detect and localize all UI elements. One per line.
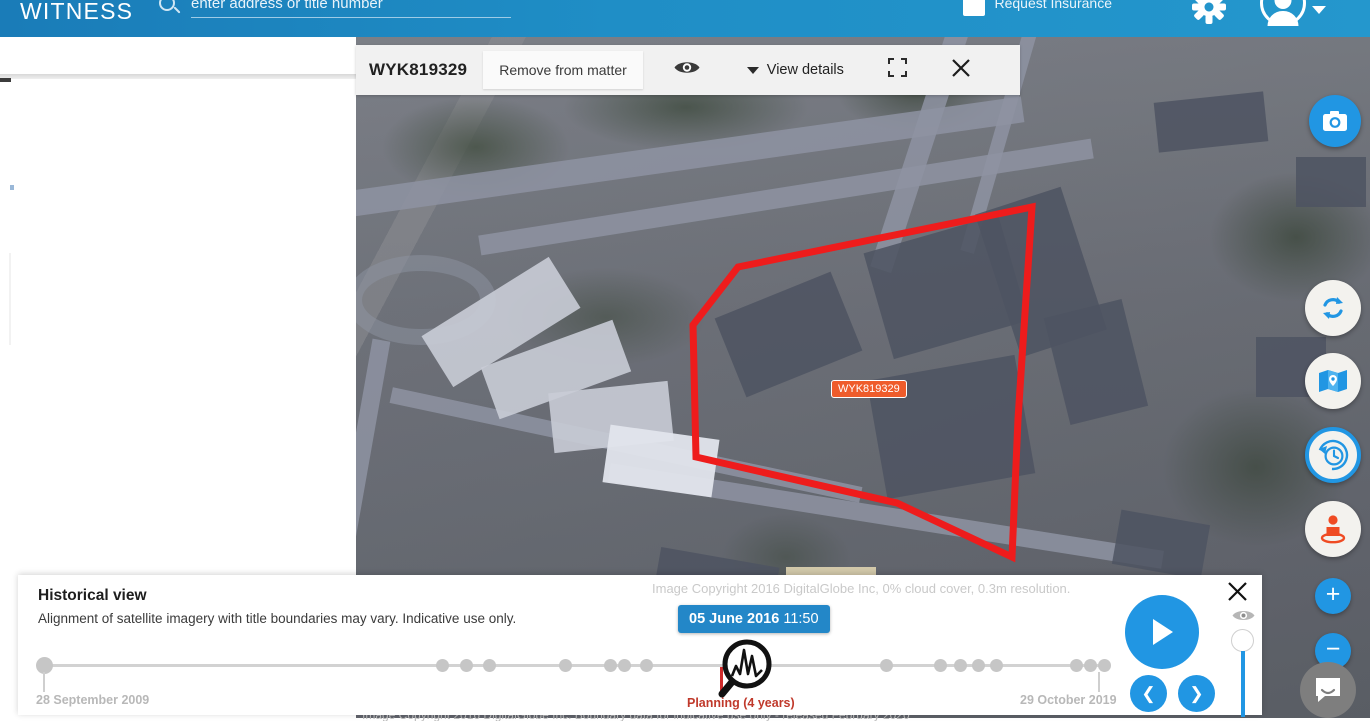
remove-from-matter-button[interactable]: Remove from matter <box>483 51 643 89</box>
chevron-left-icon: ❮ <box>1141 684 1156 703</box>
search-bar[interactable] <box>155 0 515 26</box>
timeline-marker[interactable] <box>972 659 985 672</box>
toggle-visibility-button[interactable] <box>673 58 701 82</box>
history-clock-icon <box>1317 439 1349 471</box>
next-image-button[interactable]: ❯ <box>1178 675 1215 712</box>
selected-date-badge: 05 June 2016 11:50 <box>678 605 830 633</box>
play-icon <box>1153 619 1173 645</box>
avatar <box>1260 0 1306 26</box>
street-view-button[interactable] <box>1305 501 1361 557</box>
imagery-copyright: Image Copyright 2016 DigitalGlobe Inc, 0… <box>652 581 1071 596</box>
user-account-menu[interactable] <box>1260 0 1326 26</box>
chevron-down-icon <box>1312 6 1326 14</box>
eye-icon <box>674 62 700 73</box>
refresh-button[interactable] <box>1305 280 1361 336</box>
building <box>1296 157 1366 207</box>
timeline-marker[interactable] <box>460 659 473 672</box>
street-view-icon <box>1320 515 1346 544</box>
panel-top-band <box>0 74 356 79</box>
view-details-label: View details <box>766 62 844 78</box>
timeline-marker[interactable] <box>436 659 449 672</box>
timeline-marker[interactable] <box>954 659 967 672</box>
application-root: WYK819329 + − WYK819329 Remove from matt… <box>0 0 1370 721</box>
timeline-marker[interactable] <box>618 659 631 672</box>
historical-view-button[interactable] <box>1305 427 1361 483</box>
document-icon <box>963 0 986 16</box>
request-insurance-label: Request Insurance <box>994 0 1112 11</box>
planning-marker[interactable] <box>720 667 723 695</box>
historical-view-panel: Historical view Alignment of satellite i… <box>18 575 1262 717</box>
search-icon <box>159 0 175 11</box>
fullscreen-icon <box>887 58 907 77</box>
close-icon <box>952 58 970 77</box>
bottom-copyright-text: Image Copyright 2016 DigitalGlobe Inc. B… <box>362 715 910 721</box>
play-button[interactable] <box>1125 595 1199 669</box>
panel-dot-marker <box>10 185 14 190</box>
timeline-end-date: 29 October 2019 <box>1020 693 1117 707</box>
opacity-slider[interactable] <box>1226 607 1260 717</box>
opacity-slider-track[interactable] <box>1241 651 1245 717</box>
timeline-marker[interactable] <box>483 659 496 672</box>
request-insurance-button[interactable]: Request Insurance <box>963 0 1112 16</box>
chat-bubble-icon <box>1316 678 1340 702</box>
timeline-start-tick <box>43 672 45 692</box>
brand-logo[interactable]: LANDMARK WITNESS <box>20 0 141 23</box>
previous-image-button[interactable]: ❮ <box>1130 675 1167 712</box>
map-layers-icon <box>1319 370 1347 392</box>
title-boundary-label: WYK819329 <box>831 380 907 398</box>
selected-date: 05 June 2016 <box>689 611 780 627</box>
camera-button[interactable] <box>1309 95 1361 147</box>
basemap-button[interactable] <box>1305 353 1361 409</box>
planning-marker-label: Planning (4 years) <box>687 696 795 710</box>
zoom-in-label: + <box>1325 580 1341 608</box>
opacity-eye-icon <box>1231 607 1256 629</box>
chevron-down-icon <box>746 66 759 74</box>
close-title-button[interactable] <box>951 58 971 83</box>
zoom-out-label: − <box>1325 635 1341 663</box>
app-header: LANDMARK WITNESS Request Insurance <box>0 0 1370 37</box>
title-detail-bar: WYK819329 Remove from matter View detail… <box>356 45 1020 95</box>
panel-edge-marker <box>0 78 11 82</box>
timeline-marker[interactable] <box>604 659 617 672</box>
timeline-end-tick <box>1098 672 1100 692</box>
chat-widget-button[interactable] <box>1300 662 1356 718</box>
bottom-copyright-strip: Image Copyright 2016 DigitalGlobe Inc. B… <box>356 715 1370 721</box>
opacity-slider-handle[interactable] <box>1231 629 1254 652</box>
building <box>866 354 1036 500</box>
close-icon <box>1228 582 1247 601</box>
panel-strip-marker <box>9 253 11 345</box>
selected-time: 11:50 <box>783 611 819 627</box>
chevron-right-icon: ❯ <box>1189 684 1204 703</box>
timeline-start-date: 28 September 2009 <box>36 693 150 707</box>
timeline-marker[interactable] <box>990 659 1003 672</box>
historical-panel-subtitle: Alignment of satellite imagery with titl… <box>38 611 517 626</box>
title-number: WYK819329 <box>369 60 468 79</box>
historical-panel-title: Historical view <box>38 587 147 604</box>
close-historical-panel-button[interactable] <box>1227 581 1248 606</box>
timeline-marker[interactable] <box>934 659 947 672</box>
gear-icon <box>1192 0 1226 24</box>
view-details-button[interactable]: View details <box>746 62 844 78</box>
timeline-marker[interactable] <box>640 659 653 672</box>
timeline-marker[interactable] <box>1070 659 1083 672</box>
timeline-marker[interactable] <box>1098 659 1111 672</box>
timeline-marker[interactable] <box>559 659 572 672</box>
imagery-timeline[interactable]: 28 September 2009 29 October 2019 Planni… <box>36 657 1117 710</box>
brand-line-2: WITNESS <box>20 0 134 24</box>
search-input[interactable] <box>191 0 511 18</box>
left-side-panel <box>0 37 356 571</box>
sync-icon <box>1323 297 1343 319</box>
zoom-in-button[interactable]: + <box>1315 578 1351 614</box>
fullscreen-button[interactable] <box>887 58 907 82</box>
camera-icon <box>1323 111 1347 131</box>
timeline-marker[interactable] <box>880 659 893 672</box>
timeline-marker[interactable] <box>1084 659 1097 672</box>
settings-button[interactable] <box>1186 0 1232 30</box>
